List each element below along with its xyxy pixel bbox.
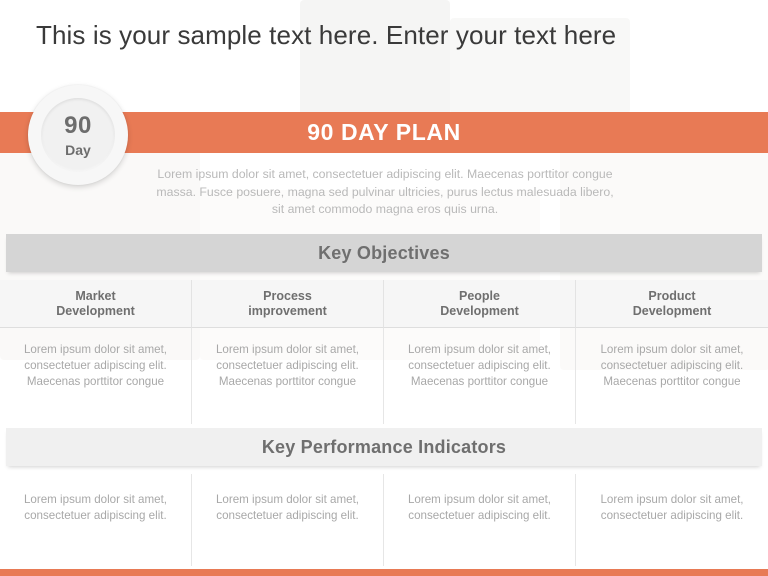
column-header-label: People Development xyxy=(440,289,519,319)
column-header-line2: Development xyxy=(56,303,135,318)
objectives-cell: Lorem ipsum dolor sit amet, consectetuer… xyxy=(192,328,384,424)
column-header-line1: Market xyxy=(75,288,116,303)
column-header-line2: Development xyxy=(632,303,712,318)
day-badge: 90 Day xyxy=(28,85,128,185)
banner-title: 90 DAY PLAN xyxy=(307,119,461,145)
cell-text: Lorem ipsum dolor sit amet, consectetuer… xyxy=(215,493,360,522)
cell-text: Lorem ipsum dolor sit amet, consectetuer… xyxy=(600,343,744,388)
section-header-key-performance-indicators: Key Performance Indicators xyxy=(6,428,762,466)
column-header-line1: People xyxy=(459,288,500,303)
cell-text: Lorem ipsum dolor sit amet, consectetuer… xyxy=(600,493,744,522)
column-header-line2: improvement xyxy=(248,303,327,318)
intro-paragraph: Lorem ipsum dolor sit amet, consectetuer… xyxy=(156,167,614,216)
column-header-line1: Product xyxy=(648,288,696,303)
kpi-cell: Lorem ipsum dolor sit amet, consectetuer… xyxy=(576,474,768,566)
objectives-cell: Lorem ipsum dolor sit amet, consectetuer… xyxy=(0,328,192,424)
kpi-cell: Lorem ipsum dolor sit amet, consectetuer… xyxy=(192,474,384,566)
cell-text: Lorem ipsum dolor sit amet, consectetuer… xyxy=(23,343,168,388)
cell-text: Lorem ipsum dolor sit amet, consectetuer… xyxy=(215,343,360,388)
column-header-line1: Process xyxy=(263,288,312,303)
section-header-key-objectives: Key Objectives xyxy=(6,234,762,272)
page-title: This is your sample text here. Enter you… xyxy=(36,20,617,50)
column-header-line2: Development xyxy=(440,303,519,318)
footer-accent-bar xyxy=(0,569,768,576)
kpi-cell: Lorem ipsum dolor sit amet, consectetuer… xyxy=(384,474,576,566)
column-header-label: Market Development xyxy=(56,289,135,319)
badge-unit: Day xyxy=(65,141,91,158)
objectives-cell: Lorem ipsum dolor sit amet, consectetuer… xyxy=(576,328,768,424)
kpi-body-row: Lorem ipsum dolor sit amet, consectetuer… xyxy=(0,474,768,566)
objectives-body-row: Lorem ipsum dolor sit amet, consectetuer… xyxy=(0,328,768,424)
column-header-people-development: People Development xyxy=(384,280,576,328)
objectives-header-row: Market Development Process improvement P… xyxy=(0,280,768,328)
column-header-label: Process improvement xyxy=(248,289,327,319)
section-title: Key Performance Indicators xyxy=(261,436,507,457)
kpi-cell: Lorem ipsum dolor sit amet, consectetuer… xyxy=(0,474,192,566)
column-header-process-improvement: Process improvement xyxy=(192,280,384,328)
cell-text: Lorem ipsum dolor sit amet, consectetuer… xyxy=(407,493,552,522)
day-badge-inner: 90 Day xyxy=(41,98,115,172)
badge-number: 90 xyxy=(64,111,92,139)
slide-canvas: This is your sample text here. Enter you… xyxy=(0,0,768,576)
section-title: Key Objectives xyxy=(318,242,450,263)
cell-text: Lorem ipsum dolor sit amet, consectetuer… xyxy=(23,493,168,522)
cell-text: Lorem ipsum dolor sit amet, consectetuer… xyxy=(407,343,552,388)
column-header-market-development: Market Development xyxy=(0,280,192,328)
objectives-cell: Lorem ipsum dolor sit amet, consectetuer… xyxy=(384,328,576,424)
column-header-label: Product Development xyxy=(633,289,712,319)
column-header-product-development: Product Development xyxy=(576,280,768,328)
